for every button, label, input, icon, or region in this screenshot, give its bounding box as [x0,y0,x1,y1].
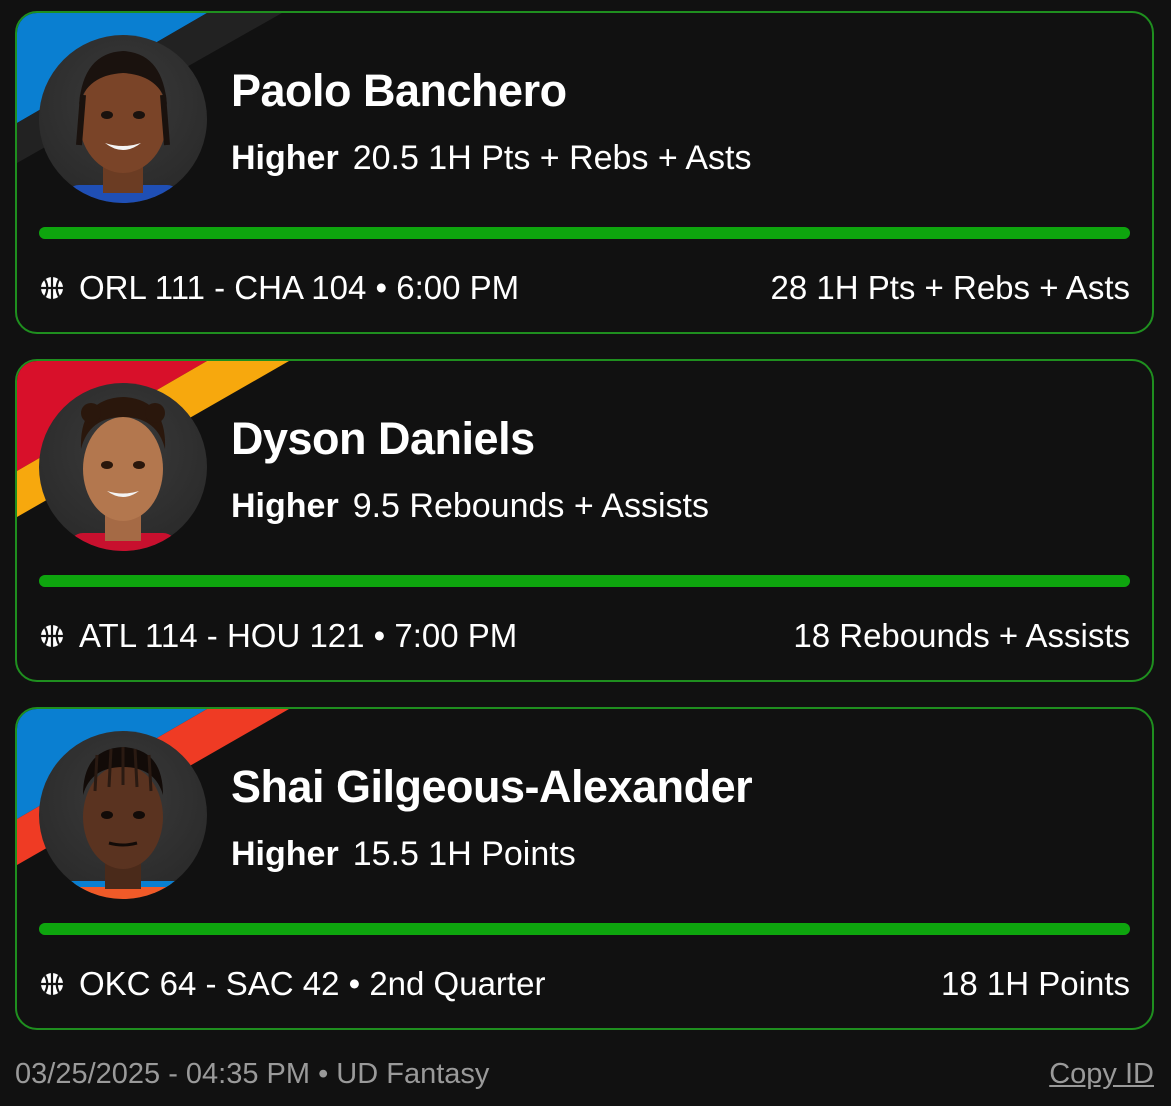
player-avatar [39,35,207,203]
pick-stat-line: 15.5 1H Points [352,835,576,873]
progress-bar [39,575,1130,587]
game-info: OKC 64 - SAC 42 • 2nd Quarter [39,965,545,1003]
footer-timestamp: 03/25/2025 - 04:35 PM • UD Fantasy [15,1058,490,1090]
pick-result: 18 Rebounds + Assists [793,617,1130,654]
player-avatar [39,731,207,899]
pick-card[interactable]: Shai Gilgeous-Alexander Higher 15.5 1H Po… [15,707,1154,1030]
game-score: OKC 64 - SAC 42 • 2nd Quarter [79,965,546,1002]
pick-stat-line: 9.5 Rebounds + Assists [352,487,709,525]
pick-line: Higher 9.5 Rebounds + Assists [231,487,709,526]
game-score: ORL 111 - CHA 104 • 6:00 PM [79,269,520,306]
progress-fill [39,575,1130,587]
progress-fill [39,923,1130,935]
pick-direction: Higher [231,487,339,525]
player-avatar [39,383,207,551]
pick-direction: Higher [231,139,339,177]
player-name: Dyson Daniels [231,413,535,464]
progress-bar [39,923,1130,935]
game-score: ATL 114 - HOU 121 • 7:00 PM [79,617,518,654]
player-name: Shai Gilgeous-Alexander [231,761,753,812]
pick-direction: Higher [231,835,339,873]
game-info: ATL 114 - HOU 121 • 7:00 PM [39,617,517,655]
pick-card[interactable]: Paolo Banchero Higher 20.5 1H Pts + Rebs … [15,11,1154,334]
game-info: ORL 111 - CHA 104 • 6:00 PM [39,269,519,307]
progress-bar [39,227,1130,239]
pick-result: 28 1H Pts + Rebs + Asts [770,269,1130,306]
basketball-icon [39,623,65,649]
basketball-icon [39,971,65,997]
progress-fill [39,227,1130,239]
pick-stat-line: 20.5 1H Pts + Rebs + Asts [352,139,752,177]
basketball-icon [39,275,65,301]
pick-result: 18 1H Points [941,965,1130,1002]
copy-id-link[interactable]: Copy ID [1049,1058,1154,1091]
player-name: Paolo Banchero [231,65,567,116]
pick-line: Higher 15.5 1H Points [231,835,576,874]
pick-card[interactable]: Dyson Daniels Higher 9.5 Rebounds + Assis… [15,359,1154,682]
pick-line: Higher 20.5 1H Pts + Rebs + Asts [231,139,751,178]
